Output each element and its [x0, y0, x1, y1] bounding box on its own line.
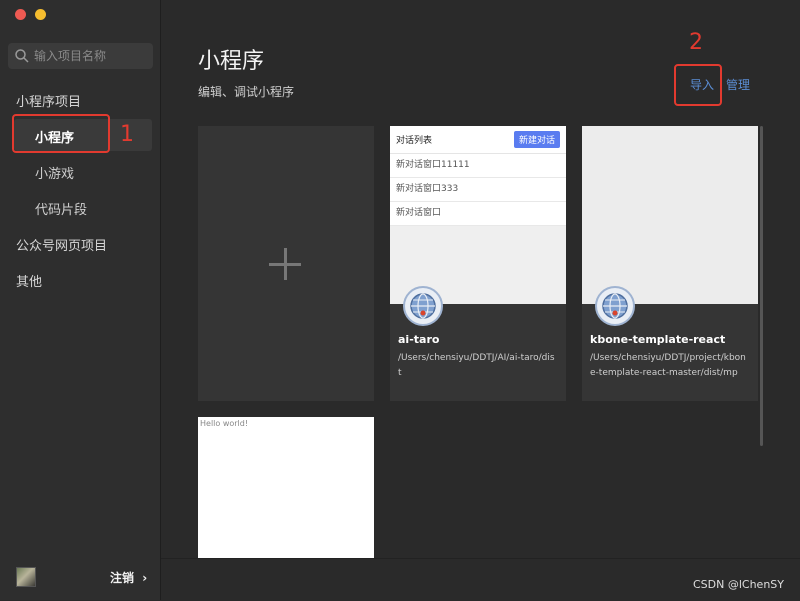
thumbnail-header: 对话列表 新建对话 [390, 126, 566, 154]
search-icon [15, 49, 29, 63]
project-card-ai-taro[interactable]: 对话列表 新建对话 新对话窗口11111 新对话窗口333 新对话窗口 ai-t… [390, 126, 566, 401]
avatar[interactable] [16, 567, 36, 587]
thumbnail-new-chat-button: 新建对话 [513, 131, 560, 148]
annotation-box-1 [12, 114, 110, 153]
project-thumbnail: 对话列表 新建对话 新对话窗口11111 新对话窗口333 新对话窗口 [390, 126, 566, 304]
scrollbar[interactable] [760, 126, 763, 446]
project-name: kbone-template-react [590, 333, 726, 346]
annotation-number-1: 1 [120, 122, 134, 147]
project-thumbnail-text: Hello world! [200, 419, 249, 428]
thumbnail-row: 新对话窗口 [390, 202, 566, 226]
thumbnail-row: 新对话窗口11111 [390, 154, 566, 178]
minimize-window-button[interactable] [35, 9, 46, 20]
globe-icon [595, 286, 635, 326]
sidebar-item-minigame[interactable]: 小游戏 [35, 163, 74, 182]
sidebar-section-other[interactable]: 其他 [16, 271, 42, 290]
sidebar-footer: 注销 › [0, 556, 160, 600]
logout-button[interactable]: 注销 › [110, 569, 147, 586]
annotation-number-2: 2 [689, 30, 703, 55]
project-path: /Users/chensiyu/DDTJ/AI/ai-taro/dist [398, 353, 555, 378]
search-box [8, 43, 153, 69]
project-thumbnail [582, 126, 758, 304]
thumbnail-row: 新对话窗口333 [390, 178, 566, 202]
project-card-hello-world[interactable]: Hello world! [198, 417, 374, 558]
new-project-card[interactable] [198, 126, 374, 401]
sidebar-section-official-account-web[interactable]: 公众号网页项目 [16, 235, 107, 254]
page-title: 小程序 [198, 49, 265, 74]
import-button[interactable]: 导入 [690, 76, 714, 93]
logout-label: 注销 [110, 571, 135, 585]
thumbnail-title: 对话列表 [396, 136, 433, 146]
close-window-button[interactable] [15, 9, 26, 20]
sidebar-section-miniprogram-projects[interactable]: 小程序项目 [16, 91, 81, 110]
watermark: CSDN @lChenSY [692, 578, 784, 591]
project-name: ai-taro [398, 333, 440, 346]
page-subtitle: 编辑、调试小程序 [198, 85, 295, 99]
project-card-kbone-template-react[interactable]: kbone-template-react /Users/chensiyu/DDT… [582, 126, 758, 401]
chevron-right-icon: › [142, 571, 148, 585]
search-input[interactable] [32, 48, 146, 64]
sidebar: 小程序项目 小程序 小游戏 代码片段 公众号网页项目 其他 注销 › [0, 0, 161, 600]
window-controls [15, 9, 46, 20]
bottom-bar: CSDN @lChenSY [161, 558, 800, 601]
globe-icon [403, 286, 443, 326]
project-path: /Users/chensiyu/DDTJ/project/kbone-templ… [590, 353, 746, 378]
sidebar-item-code-snippets[interactable]: 代码片段 [35, 199, 87, 218]
manage-button[interactable]: 管理 [726, 76, 750, 93]
